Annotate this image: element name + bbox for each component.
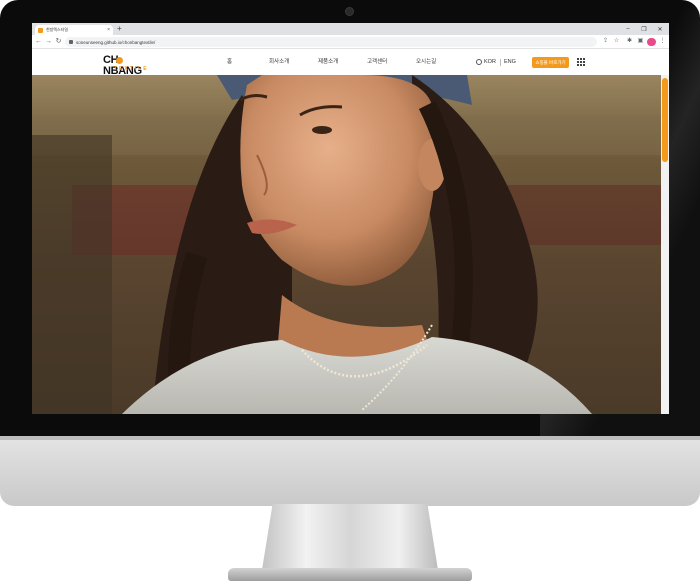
lang-eng[interactable]: ENG — [504, 59, 516, 66]
reload-icon[interactable]: ↻ — [54, 37, 63, 46]
url-text: soneunseeng.github.io/chonbangtextile/ — [76, 39, 156, 45]
hero-image — [32, 75, 661, 414]
shop-link-button[interactable]: 쇼핑몰 바로가기 — [532, 57, 569, 68]
chin-edge — [0, 436, 700, 440]
extensions-icon[interactable]: ✱ — [625, 37, 634, 46]
page-scrollbar[interactable] — [661, 75, 669, 414]
lock-icon — [69, 40, 73, 44]
site-logo[interactable]: CH NBANG TEXTILE — [103, 55, 159, 77]
logo-dot — [116, 57, 123, 64]
nav-support[interactable]: 고객센터 — [367, 59, 387, 66]
monitor-chin — [0, 436, 700, 506]
browser-toolbar: ← → ↻ soneunseeng.github.io/chonbangtext… — [32, 35, 669, 49]
tab-title: 천방텍스타일 — [46, 27, 69, 32]
bookmark-star-icon[interactable]: ☆ — [612, 37, 621, 46]
restore-button[interactable]: ❐ — [638, 23, 650, 35]
globe-icon — [476, 59, 482, 65]
nav-company[interactable]: 회사소개 — [269, 59, 289, 66]
site-header: CH NBANG TEXTILE 홈 회사소개 제품소개 고객센터 오시는길 K… — [32, 50, 661, 77]
webcam — [345, 7, 354, 16]
profile-avatar[interactable] — [647, 38, 656, 46]
hero-illustration — [32, 75, 661, 414]
tab-strip: 천방텍스타일 × + – ❐ ✕ — [32, 23, 669, 35]
monitor-stand — [262, 504, 438, 570]
tab-close-icon[interactable]: × — [107, 27, 110, 33]
favicon-icon — [38, 27, 43, 33]
grid-menu-icon[interactable] — [577, 58, 585, 66]
imac-monitor: 천방텍스타일 × + – ❐ ✕ ← → ↻ soneunseeng.githu… — [0, 0, 700, 581]
new-tab-button[interactable]: + — [117, 24, 122, 34]
share-icon[interactable]: ⇪ — [601, 37, 610, 46]
scrollbar-thumb[interactable] — [662, 78, 668, 162]
minimize-button[interactable]: – — [622, 23, 634, 35]
lang-kor[interactable]: KOR — [484, 59, 496, 66]
sidebar-icon[interactable]: ▣ — [636, 37, 645, 46]
lang-divider — [500, 59, 501, 66]
address-bar[interactable]: soneunseeng.github.io/chonbangtextile/ — [65, 37, 597, 47]
browser-menu-icon[interactable]: ⋮ — [658, 37, 667, 46]
nav-home[interactable]: 홈 — [227, 59, 232, 66]
close-window-button[interactable]: ✕ — [654, 23, 666, 35]
screen: 천방텍스타일 × + – ❐ ✕ ← → ↻ soneunseeng.githu… — [32, 23, 669, 414]
forward-icon[interactable]: → — [44, 37, 53, 46]
back-icon[interactable]: ← — [34, 37, 43, 46]
nav-products[interactable]: 제품소개 — [318, 59, 338, 66]
logo-subtitle: TEXTILE — [114, 66, 149, 72]
browser-tab[interactable]: 천방텍스타일 × — [35, 25, 113, 35]
monitor-stand-base — [228, 568, 472, 581]
nav-location[interactable]: 오시는길 — [416, 59, 436, 66]
